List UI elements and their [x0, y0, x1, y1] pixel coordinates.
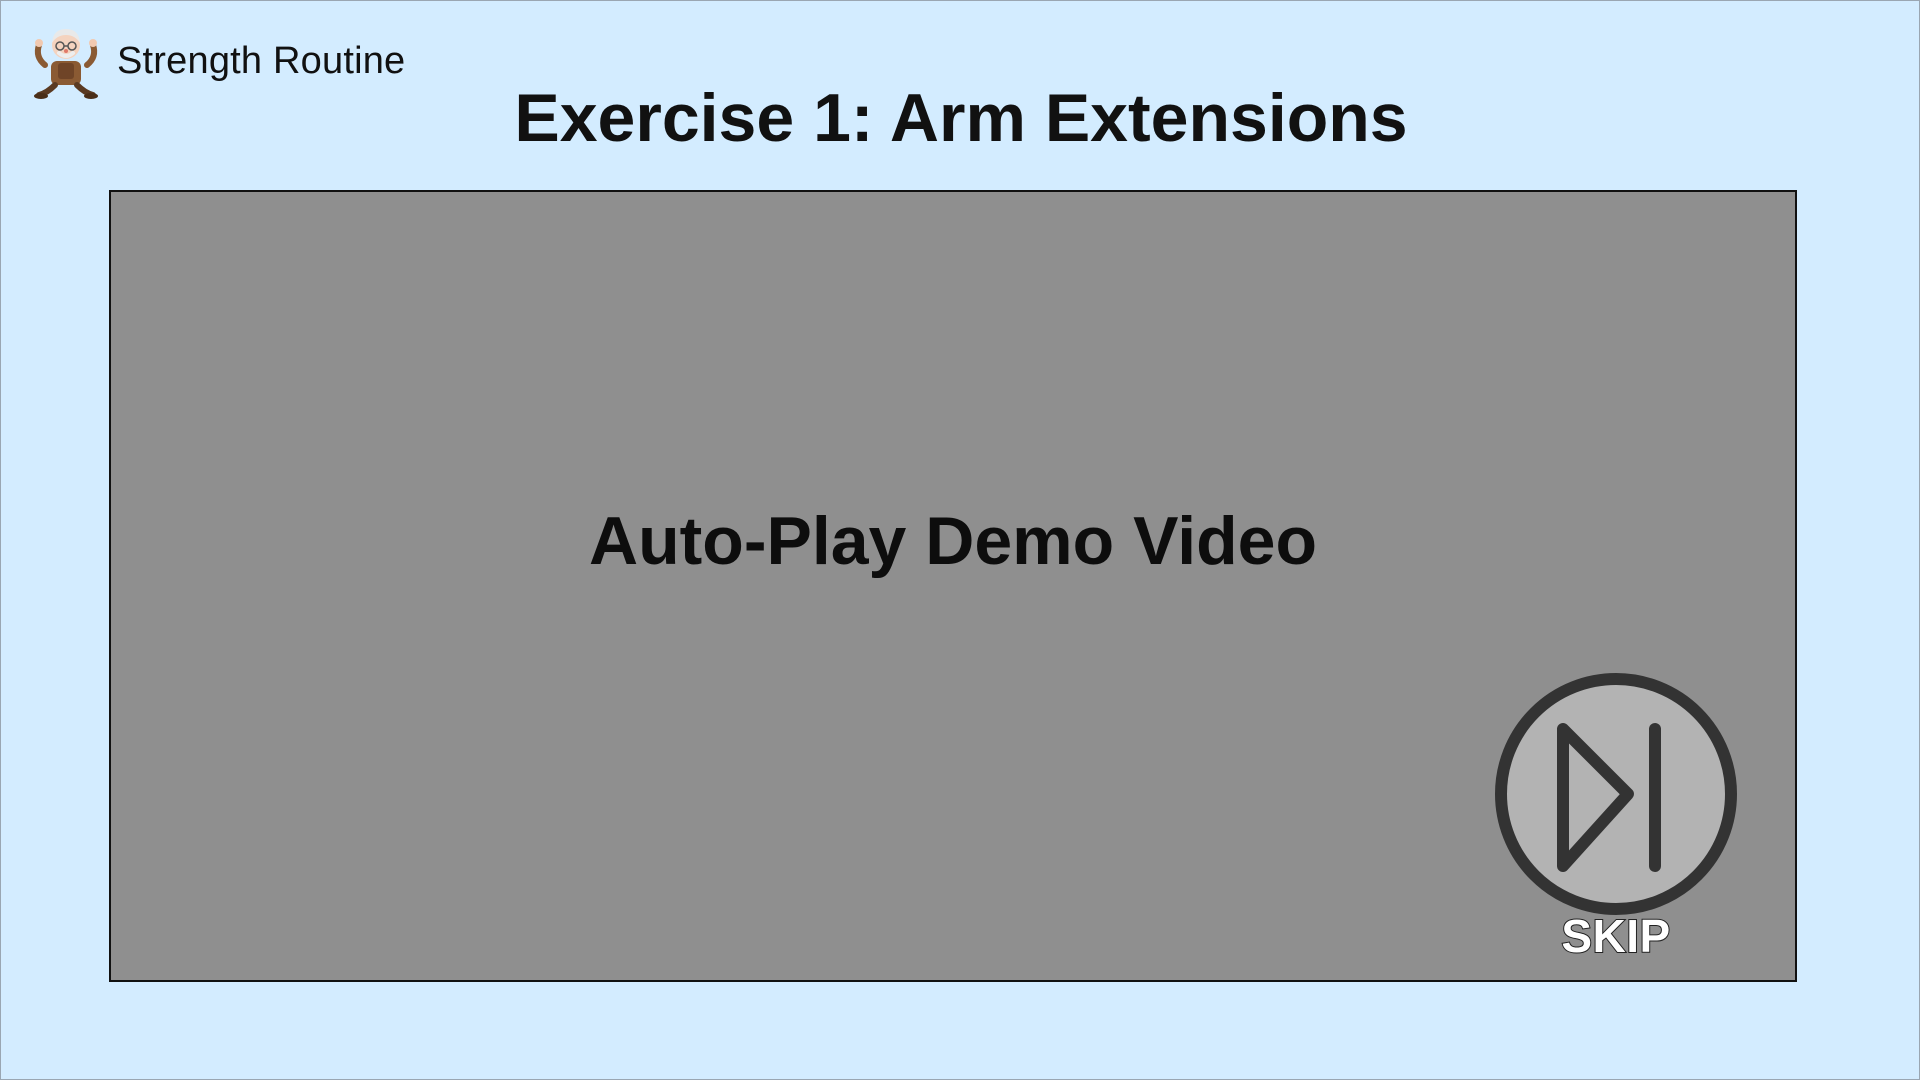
exercise-title: Exercise 1: Arm Extensions	[514, 80, 1408, 156]
skip-forward-icon	[1495, 673, 1737, 915]
skip-label: SKIP	[1560, 909, 1671, 963]
skip-button[interactable]: SKIP	[1493, 671, 1739, 971]
app-screen: Strength Routine Exercise 1: Arm Extensi…	[0, 0, 1920, 1080]
demo-video-player[interactable]: Auto-Play Demo Video SKIP	[109, 190, 1797, 982]
app-name: Strength Routine	[117, 39, 406, 82]
video-caption: Auto-Play Demo Video	[589, 503, 1317, 579]
